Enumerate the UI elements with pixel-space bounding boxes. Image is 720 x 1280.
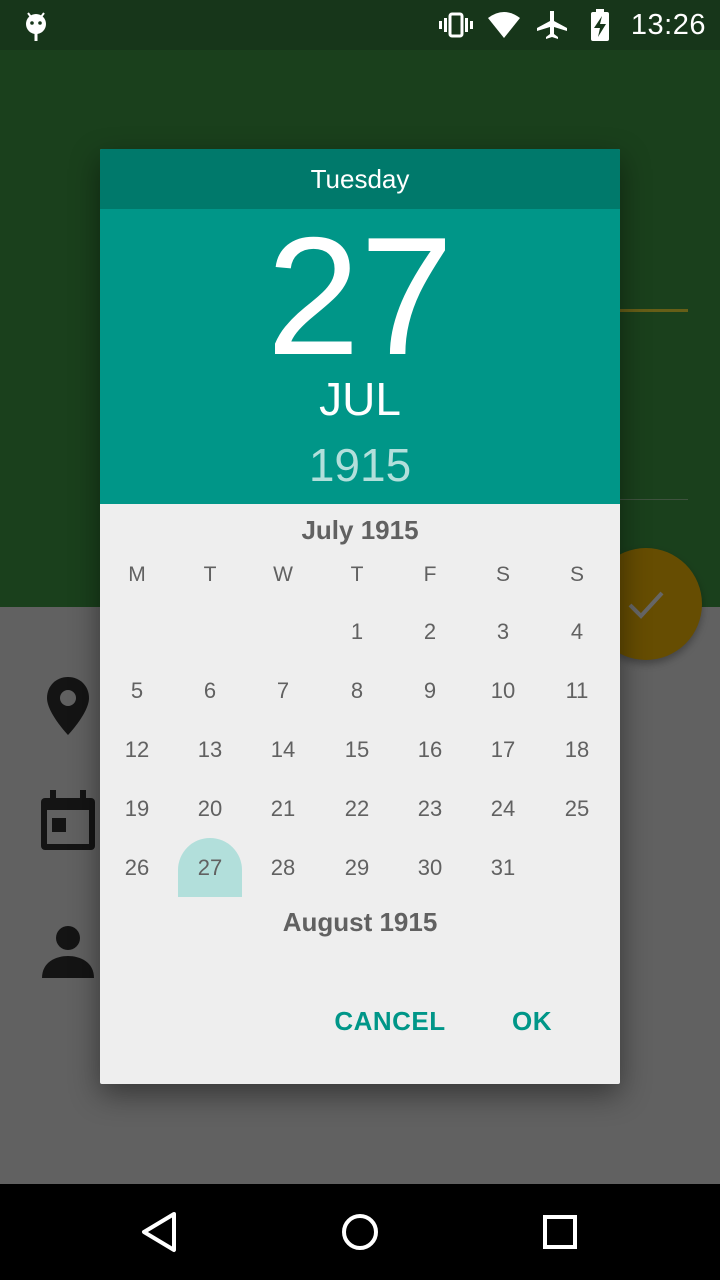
day-cell[interactable]: 18: [540, 737, 614, 763]
day-cell[interactable]: 19: [100, 796, 174, 822]
weekday-label: M: [128, 563, 146, 586]
day-cell[interactable]: 5: [100, 678, 174, 704]
wifi-icon: [487, 12, 520, 38]
recents-icon[interactable]: [538, 1210, 582, 1254]
day-cell[interactable]: 20: [173, 796, 247, 822]
day-cell[interactable]: 26: [100, 855, 174, 881]
ok-button[interactable]: OK: [502, 999, 562, 1043]
week-row: 19 20 21 22 23 24 25: [100, 796, 620, 836]
day-cell[interactable]: 13: [173, 737, 247, 763]
week-row: 5 6 7 8 9 10 11: [100, 678, 620, 718]
day-cell[interactable]: 6: [173, 678, 247, 704]
day-cell[interactable]: 29: [320, 855, 394, 881]
weekday-label: S: [569, 563, 584, 586]
day-cell[interactable]: 8: [320, 678, 394, 704]
day-cell[interactable]: 28: [246, 855, 320, 881]
vibrate-icon: [438, 12, 473, 38]
home-icon[interactable]: [338, 1210, 382, 1254]
weekday-label: F: [423, 563, 437, 586]
day-cell[interactable]: 7: [246, 678, 320, 704]
week-row: 26 27 28 29 30 31: [100, 855, 620, 895]
weekday-label: S: [495, 563, 510, 586]
day-cell[interactable]: 4: [540, 619, 614, 645]
day-cell[interactable]: 10: [466, 678, 540, 704]
weekday-label: W: [273, 563, 293, 586]
day-cell[interactable]: 16: [393, 737, 467, 763]
selected-month[interactable]: JUL: [100, 371, 620, 427]
status-bar: 13:26: [0, 0, 720, 50]
date-header: Tuesday 27 JUL 1915: [100, 149, 620, 504]
day-cell[interactable]: 12: [100, 737, 174, 763]
day-cell[interactable]: 15: [320, 737, 394, 763]
selected-year[interactable]: 1915: [100, 437, 620, 493]
back-icon[interactable]: [138, 1210, 182, 1254]
next-month-title: August 1915: [282, 907, 438, 937]
day-cell[interactable]: 23: [393, 796, 467, 822]
selected-day-number[interactable]: 27: [100, 211, 620, 381]
day-cell[interactable]: 21: [246, 796, 320, 822]
android-debug-icon: [26, 12, 46, 41]
day-cell[interactable]: 24: [466, 796, 540, 822]
battery-charging-icon: [590, 9, 609, 41]
day-cell[interactable]: 11: [540, 678, 614, 704]
week-row: 1 2 3 4: [100, 619, 620, 659]
day-cell[interactable]: 9: [393, 678, 467, 704]
weekday-label: T: [203, 563, 217, 586]
day-cell[interactable]: 14: [246, 737, 320, 763]
day-cell[interactable]: 31: [466, 855, 540, 881]
day-cell[interactable]: 3: [466, 619, 540, 645]
day-of-week-label: Tuesday: [100, 149, 620, 209]
day-cell[interactable]: 30: [393, 855, 467, 881]
day-cell[interactable]: 1: [320, 619, 394, 645]
weekday-header-row: M T W T F S S: [100, 563, 620, 603]
date-picker-dialog: Tuesday 27 JUL 1915 July 1915 M T W T F …: [100, 149, 620, 1084]
clock: 13:26: [630, 8, 706, 41]
cancel-button[interactable]: CANCEL: [330, 999, 450, 1043]
weekday-label: T: [350, 563, 364, 586]
day-cell[interactable]: 2: [393, 619, 467, 645]
airplane-mode-icon: [536, 11, 567, 39]
day-cell[interactable]: 17: [466, 737, 540, 763]
day-cell-selected[interactable]: 27: [173, 855, 247, 881]
month-title: July 1915: [301, 515, 419, 545]
navigation-bar: [0, 1184, 720, 1280]
day-cell[interactable]: 25: [540, 796, 614, 822]
week-row: 12 13 14 15 16 17 18: [100, 737, 620, 777]
day-cell[interactable]: 22: [320, 796, 394, 822]
